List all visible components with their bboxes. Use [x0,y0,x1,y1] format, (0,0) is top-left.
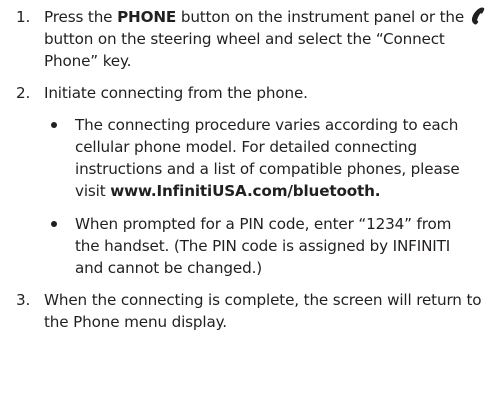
bullet-item-2: When prompted for a PIN code, enter “123… [44,213,488,279]
step-2: 2. Initiate connecting from the phone. T… [0,82,498,279]
step-1-text-a: Press the [44,8,118,26]
step-2-bullets: The connecting procedure varies accordin… [44,114,488,279]
step-1-text-b: button on the instrument panel or the [176,8,469,26]
phone-button-label: PHONE [117,8,177,26]
bullet-2-text: When prompted for a PIN code, enter “123… [75,215,452,277]
step-1: 1. Press the PHONE button on the instrum… [0,6,498,72]
step-1-text-c: button on the steering wheel and select … [44,30,445,70]
instruction-page: 1. Press the PHONE button on the instrum… [0,0,498,419]
step-3-number: 3. [16,291,31,309]
step-1-number: 1. [16,8,31,26]
step-3: 3. When the connecting is complete, the … [0,289,498,333]
step-2-number: 2. [16,84,31,102]
step-2-text: Initiate connecting from the phone. [44,84,308,102]
bullet-item-1: The connecting procedure varies accordin… [44,114,488,202]
step-3-text: When the connecting is complete, the scr… [44,291,482,331]
bullet-dot [51,122,57,128]
bullet-dot [51,221,57,227]
phone-handset-icon [471,7,485,25]
bluetooth-url: www.InfinitiUSA.com/bluetooth. [110,182,381,200]
